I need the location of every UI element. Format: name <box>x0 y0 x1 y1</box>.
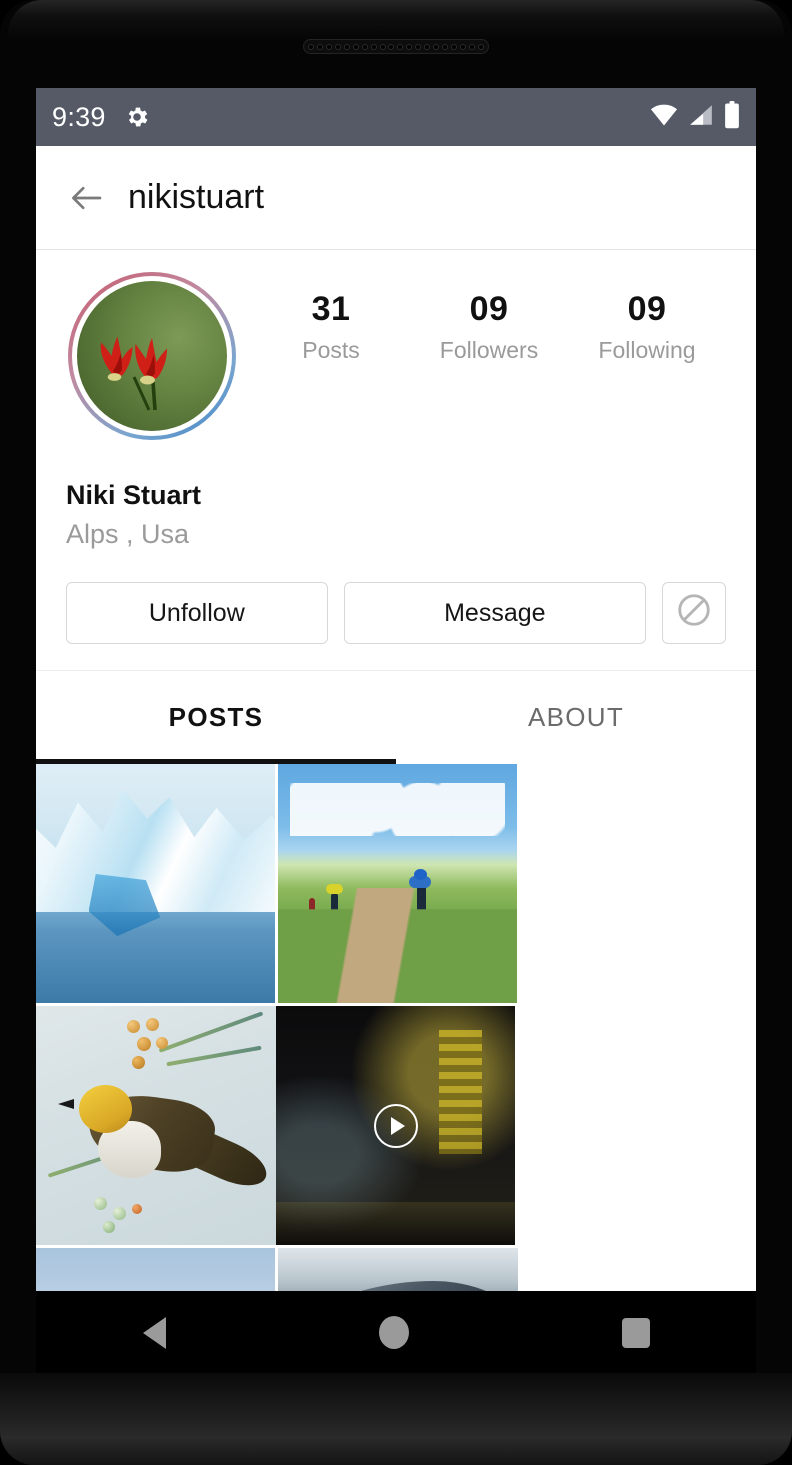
posts-grid <box>36 764 756 1291</box>
block-button[interactable] <box>662 582 726 644</box>
phone-screen: 9:39 nikistuart 31 Posts 09 Followers 09… <box>36 88 756 1291</box>
wifi-icon <box>650 104 678 131</box>
device-bottom-bezel <box>0 1373 792 1465</box>
message-button[interactable]: Message <box>343 582 646 644</box>
ocean-wave-photo <box>278 1248 518 1291</box>
bird-head <box>79 1084 132 1133</box>
tab-posts[interactable]: POSTS <box>36 671 396 764</box>
bird-illustration <box>36 1006 276 1245</box>
battery-full-icon <box>724 100 740 134</box>
cell-signal-icon <box>688 104 714 131</box>
red-car-photo <box>36 1248 275 1291</box>
stat-following-value: 09 <box>627 290 667 328</box>
grid-item-night-street-video[interactable] <box>276 1006 515 1245</box>
grid-item-bird-illustration[interactable] <box>36 1006 276 1245</box>
grid-item-iceberg-photo[interactable] <box>36 764 275 1003</box>
nav-home-icon[interactable] <box>378 1316 409 1349</box>
nav-back-icon[interactable] <box>142 1316 166 1349</box>
stat-followers-value: 09 <box>469 290 509 328</box>
tab-about[interactable]: ABOUT <box>396 671 756 764</box>
stat-followers[interactable]: 09 Followers <box>410 290 568 364</box>
phone-device-frame: 9:39 nikistuart 31 Posts 09 Followers 09… <box>0 0 792 1465</box>
unfollow-button[interactable]: Unfollow <box>66 582 328 644</box>
status-bar: 9:39 <box>36 88 756 146</box>
avatar-image <box>77 281 227 431</box>
stat-posts-value: 31 <box>311 290 351 328</box>
grid-item-cyclists-photo[interactable] <box>278 764 517 1003</box>
stat-following-label: Following <box>598 337 696 363</box>
stat-posts[interactable]: 31 Posts <box>252 290 410 364</box>
stat-followers-label: Followers <box>439 337 539 363</box>
earpiece-speaker-grille <box>303 39 489 54</box>
status-bar-clock: 9:39 <box>52 101 106 132</box>
device-top-bezel <box>8 0 784 40</box>
profile-actions: Unfollow Message <box>66 582 726 670</box>
back-arrow-icon[interactable] <box>66 178 106 218</box>
profile-tabs: POSTS ABOUT <box>36 670 756 764</box>
profile-location: Alps , Usa <box>66 519 190 549</box>
page-title: nikistuart <box>128 178 265 216</box>
cyclists-photo <box>278 764 517 1003</box>
stat-posts-label: Posts <box>302 337 360 363</box>
tulip-illustration <box>100 336 167 411</box>
block-icon <box>675 591 713 636</box>
profile-stats: 31 Posts 09 Followers 09 Following <box>252 272 726 364</box>
nav-recents-icon[interactable] <box>621 1317 650 1348</box>
avatar[interactable] <box>68 272 236 440</box>
android-nav-bar <box>36 1291 756 1374</box>
app-bar: nikistuart <box>36 146 756 250</box>
profile-section: 31 Posts 09 Followers 09 Following Niki … <box>36 250 756 670</box>
profile-full-name: Niki Stuart <box>66 480 202 510</box>
grid-item-ocean-wave-photo[interactable] <box>278 1248 518 1291</box>
gear-icon <box>124 104 150 130</box>
grid-item-red-car-photo[interactable] <box>36 1248 275 1291</box>
avatar-ring-inner <box>72 276 232 436</box>
iceberg-photo <box>36 764 275 1003</box>
bird-beak <box>57 1099 74 1110</box>
stat-following[interactable]: 09 Following <box>568 290 726 364</box>
play-icon[interactable] <box>373 1103 418 1148</box>
